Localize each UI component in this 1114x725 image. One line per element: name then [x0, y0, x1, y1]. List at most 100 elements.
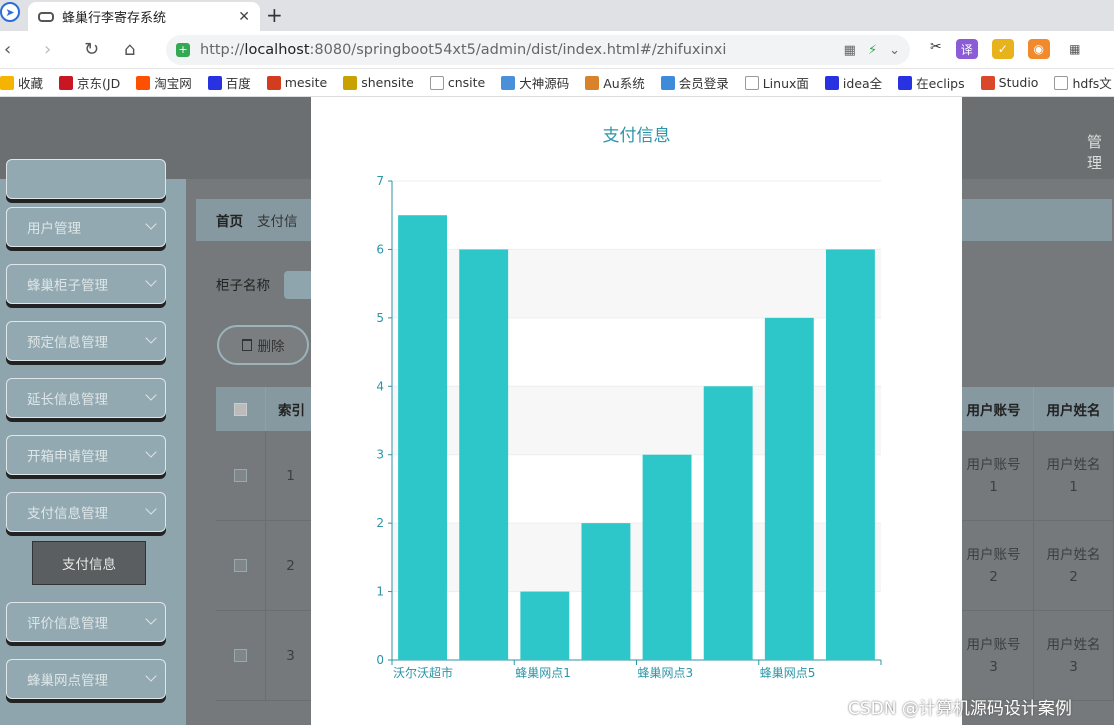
menu-item-user[interactable]: 用户管理 [6, 207, 166, 247]
cabinet-name-input[interactable] [284, 271, 314, 299]
account-value: 用户账号1 [966, 456, 1021, 495]
bookmark-favicon-icon [59, 75, 74, 90]
bar [581, 523, 631, 660]
menu-item-open-request[interactable]: 开箱申请管理 [6, 435, 166, 475]
bookmark-item[interactable]: mesite [266, 75, 328, 90]
chevron-down-icon[interactable]: ⌄ [889, 43, 900, 58]
bookmark-item[interactable]: cnsite [429, 75, 485, 90]
bookmark-label: mesite [284, 75, 328, 90]
bookmark-item[interactable]: 收藏 [0, 73, 43, 92]
bookmark-item[interactable]: Au系统 [585, 73, 645, 92]
grid-apps-icon[interactable]: ▦ [1064, 39, 1086, 59]
row-checkbox[interactable] [234, 649, 247, 662]
bar [520, 591, 570, 660]
y-tick-label: 0 [376, 653, 384, 667]
address-bar[interactable]: + http://localhost:8080/springboot54xt5/… [166, 35, 910, 65]
trash-icon [241, 339, 252, 351]
bar [642, 454, 692, 660]
menu-item-extension[interactable]: 延长信息管理 [6, 378, 166, 418]
browser-tab[interactable]: 蜂巢行李寄存系统 ✕ [28, 2, 260, 31]
index-header: 索引 [266, 387, 316, 431]
delete-label: 删除 [257, 339, 285, 355]
bookmark-item[interactable]: idea全 [824, 73, 882, 92]
table-row-checkbox-cell[interactable] [216, 521, 266, 611]
menu-item-cabinet[interactable]: 蜂巢柜子管理 [6, 264, 166, 304]
back-icon[interactable]: ‹ [4, 39, 11, 60]
y-tick-label: 6 [376, 242, 384, 256]
browser-toolbar: ‹ › ↻ ⌂ + http://localhost:8080/springbo… [0, 31, 1114, 69]
name-header: 用户姓名 [1034, 387, 1114, 431]
bookmark-favicon-icon [824, 75, 839, 90]
bookmark-favicon-icon [136, 75, 151, 90]
forward-icon[interactable]: › [44, 39, 51, 60]
table-row-checkbox-cell[interactable] [216, 431, 266, 521]
new-tab-button[interactable]: + [266, 3, 283, 27]
reload-icon[interactable]: ↻ [84, 39, 99, 60]
bookmark-label: 百度 [225, 76, 251, 91]
bookmark-item[interactable]: 大神源码 [501, 73, 569, 92]
url-text[interactable]: http://localhost:8080/springboot54xt5/ad… [200, 42, 844, 58]
bookmark-item[interactable]: Studio [980, 75, 1038, 90]
row-checkbox[interactable] [234, 559, 247, 572]
browser-logo-icon[interactable]: ➤ [0, 2, 20, 22]
gamepad-icon[interactable]: ◉ [1027, 39, 1050, 59]
bar [703, 386, 753, 660]
translate-icon[interactable]: 译 [955, 39, 978, 59]
scissors-icon[interactable]: ✂ [930, 39, 942, 59]
bookmark-favicon-icon [429, 75, 444, 90]
row-checkbox[interactable] [234, 469, 247, 482]
account-header: 用户账号 [954, 387, 1034, 431]
menu-item-review[interactable]: 评价信息管理 [6, 602, 166, 642]
table-cell-account: 用户账号2 [954, 521, 1034, 611]
bookmark-item[interactable]: 百度 [207, 73, 251, 92]
tab-title: 蜂巢行李寄存系统 [62, 11, 167, 26]
table-cell-account: 用户账号1 [954, 431, 1034, 521]
delete-button[interactable]: 删除 [217, 325, 309, 365]
table-cell-name: 用户姓名3 [1034, 611, 1114, 701]
bookmark-label: 大神源码 [519, 76, 570, 91]
chevron-down-icon [145, 389, 157, 401]
table-row-checkbox-cell[interactable] [216, 611, 266, 701]
breadcrumb-home[interactable]: 首页 [216, 210, 243, 230]
bookmark-item[interactable]: 淘宝网 [136, 73, 192, 92]
bookmark-item[interactable]: 在eclips [898, 73, 965, 92]
bookmark-label: 淘宝网 [154, 76, 192, 91]
bookmark-item[interactable]: 会员登录 [660, 73, 729, 92]
lightning-icon[interactable]: ⚡ [868, 43, 877, 58]
bookmark-label: 收藏 [18, 76, 44, 91]
table-cell-name: 用户姓名2 [1034, 521, 1114, 611]
bookmark-label: shensite [361, 75, 414, 90]
bookmark-favicon-icon [980, 75, 995, 90]
menu-item-top[interactable] [6, 159, 166, 199]
bookmark-item[interactable]: shensite [343, 75, 414, 90]
y-tick-label: 7 [376, 174, 384, 188]
chevron-down-icon [145, 275, 157, 287]
qr-code-icon[interactable]: ▦ [844, 43, 856, 58]
header-admin-label[interactable]: 管理 [1087, 131, 1114, 173]
select-all-header[interactable] [216, 387, 266, 431]
menu-label: 蜂巢网点管理 [27, 673, 108, 689]
chevron-down-icon [145, 332, 157, 344]
bookmark-item[interactable]: Linux面 [744, 73, 809, 92]
menu-label: 支付信息管理 [27, 506, 108, 522]
menu-item-payment[interactable]: 支付信息管理 [6, 492, 166, 532]
bookmark-favicon-icon [585, 75, 600, 90]
bookmark-item[interactable]: hdfs文 [1054, 73, 1112, 92]
bookmark-favicon-icon [501, 75, 516, 90]
bookmark-label: 京东(JD [77, 76, 121, 91]
menu-item-outlet[interactable]: 蜂巢网点管理 [6, 659, 166, 699]
bookmark-favicon-icon [744, 75, 759, 90]
submenu-payment-info[interactable]: 支付信息 [32, 541, 146, 585]
tab-close-icon[interactable]: ✕ [238, 9, 250, 25]
bookmark-favicon-icon [343, 75, 358, 90]
home-icon[interactable]: ⌂ [124, 39, 135, 60]
bookmark-favicon-icon [1054, 75, 1069, 90]
y-tick-label: 1 [376, 585, 384, 599]
bookmark-label: 在eclips [916, 76, 965, 91]
menu-item-reservation[interactable]: 预定信息管理 [6, 321, 166, 361]
bookmark-favicon-icon [660, 75, 675, 90]
shield-ext-icon[interactable]: ✓ [991, 39, 1014, 59]
bookmark-item[interactable]: 京东(JD [59, 73, 120, 92]
table-cell-account: 用户账号3 [954, 611, 1034, 701]
select-all-checkbox[interactable] [234, 402, 247, 416]
